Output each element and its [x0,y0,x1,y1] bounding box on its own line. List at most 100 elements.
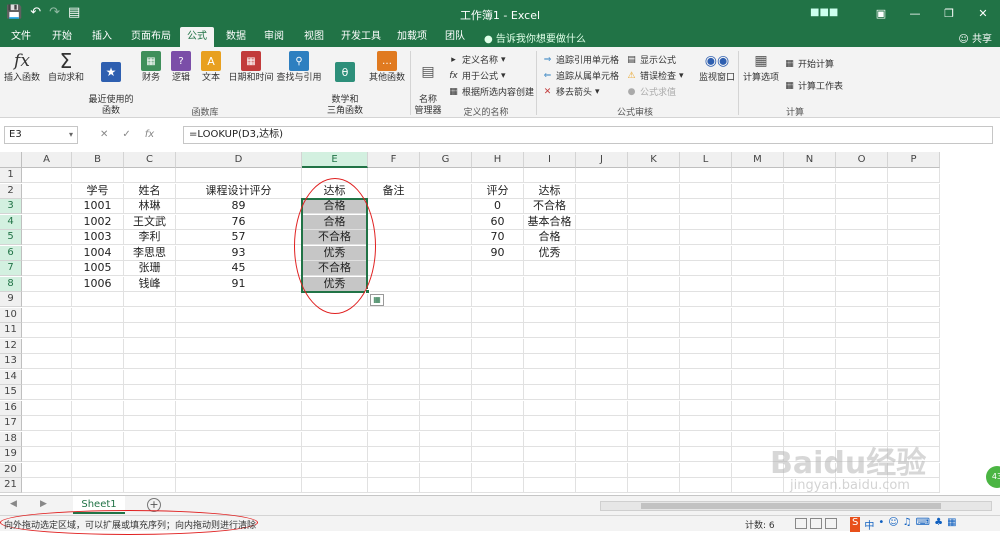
row-header-7[interactable]: 7 [0,261,22,276]
cell-b18[interactable] [72,431,124,447]
column-header-p[interactable]: P [888,152,940,168]
cell-m15[interactable] [732,385,784,400]
cell-i19[interactable] [524,447,576,462]
column-header-c[interactable]: C [124,152,176,168]
calculate-now-button[interactable]: ▦ 开始计算 [784,57,834,71]
row-header-14[interactable]: 14 [0,369,22,385]
cell-k7[interactable] [628,261,680,276]
cell-a7[interactable] [22,261,72,276]
cell-m6[interactable] [732,245,784,261]
cell-a18[interactable] [22,431,72,447]
cell-a1[interactable] [22,168,72,183]
cell-p14[interactable] [888,369,940,385]
cell-d4[interactable]: 76 [176,214,302,230]
cell-f17[interactable] [368,416,420,431]
cell-i14[interactable] [524,369,576,385]
page-break-view-icon[interactable] [825,518,837,529]
cell-l7[interactable] [680,261,732,276]
error-checking-button[interactable]: ⚠ 错误检查 ▾ [626,69,683,83]
cell-h20[interactable] [472,462,524,478]
cell-g7[interactable] [420,261,472,276]
cell-a3[interactable] [22,199,72,214]
column-header-f[interactable]: F [368,152,420,168]
cell-a15[interactable] [22,385,72,400]
cell-a20[interactable] [22,462,72,478]
row-header-4[interactable]: 4 [0,214,22,230]
cell-h3[interactable]: 0 [472,199,524,214]
share-button[interactable]: ☺ 共享 [958,30,992,45]
column-header-h[interactable]: H [472,152,524,168]
cell-e13[interactable] [302,354,368,369]
cell-p13[interactable] [888,354,940,369]
cell-m14[interactable] [732,369,784,385]
cell-o5[interactable] [836,230,888,245]
ime-mic-icon[interactable]: ♫ [903,517,912,532]
tell-me-search[interactable]: ● 告诉我你想要做什么 [484,30,586,45]
cell-a21[interactable] [22,478,72,493]
cell-a9[interactable] [22,292,72,307]
cell-o4[interactable] [836,214,888,230]
cell-e19[interactable] [302,447,368,462]
cell-g20[interactable] [420,462,472,478]
row-header-11[interactable]: 11 [0,323,22,338]
cell-e14[interactable] [302,369,368,385]
cell-e11[interactable] [302,323,368,338]
cell-k2[interactable] [628,183,680,199]
cell-o14[interactable] [836,369,888,385]
cell-d9[interactable] [176,292,302,307]
cell-h15[interactable] [472,385,524,400]
cell-j12[interactable] [576,338,628,354]
cell-l18[interactable] [680,431,732,447]
cell-l13[interactable] [680,354,732,369]
cell-h13[interactable] [472,354,524,369]
cell-i1[interactable] [524,168,576,183]
define-name-button[interactable]: ▸ 定义名称 ▾ [448,53,505,67]
cell-n3[interactable] [784,199,836,214]
cell-d7[interactable]: 45 [176,261,302,276]
ime-skin-icon[interactable]: ♣ [934,517,943,532]
remove-arrows-button[interactable]: ✕ 移去箭头 ▾ [542,85,600,99]
insert-function-button[interactable]: fx 插入函数 [2,51,42,84]
cell-o16[interactable] [836,400,888,416]
cell-d5[interactable]: 57 [176,230,302,245]
cell-i12[interactable] [524,338,576,354]
confirm-entry-icon[interactable]: ✓ [122,126,130,144]
cell-p10[interactable] [888,307,940,323]
cell-f18[interactable] [368,431,420,447]
row-header-19[interactable]: 19 [0,447,22,462]
normal-view-icon[interactable] [795,518,807,529]
watch-window-button[interactable]: ◉◉ 监视窗口 [696,51,738,84]
cell-c6[interactable]: 李思思 [124,245,176,261]
cell-c20[interactable] [124,462,176,478]
create-from-selection-button[interactable]: ▦ 根据所选内容创建 [448,85,534,99]
cell-g16[interactable] [420,400,472,416]
cell-d1[interactable] [176,168,302,183]
cell-h2[interactable]: 评分 [472,183,524,199]
cell-d13[interactable] [176,354,302,369]
cell-f21[interactable] [368,478,420,493]
cell-i20[interactable] [524,462,576,478]
cell-l12[interactable] [680,338,732,354]
cell-b9[interactable] [72,292,124,307]
cell-p17[interactable] [888,416,940,431]
cell-a10[interactable] [22,307,72,323]
cell-l4[interactable] [680,214,732,230]
evaluate-formula-button[interactable]: ● 公式求值 [626,85,676,99]
cell-d21[interactable] [176,478,302,493]
cell-c16[interactable] [124,400,176,416]
cell-h8[interactable] [472,276,524,292]
cell-g11[interactable] [420,323,472,338]
cell-p6[interactable] [888,245,940,261]
ime-tools-icon[interactable]: ▦ [947,517,956,532]
cell-n14[interactable] [784,369,836,385]
cell-n1[interactable] [784,168,836,183]
name-box-dropdown-icon[interactable]: ▾ [69,127,73,143]
cell-b7[interactable]: 1005 [72,261,124,276]
cell-h12[interactable] [472,338,524,354]
cell-p5[interactable] [888,230,940,245]
cell-f1[interactable] [368,168,420,183]
ime-emoji-icon[interactable]: ☺ [888,517,898,532]
cell-i10[interactable] [524,307,576,323]
cell-k11[interactable] [628,323,680,338]
cell-b4[interactable]: 1002 [72,214,124,230]
